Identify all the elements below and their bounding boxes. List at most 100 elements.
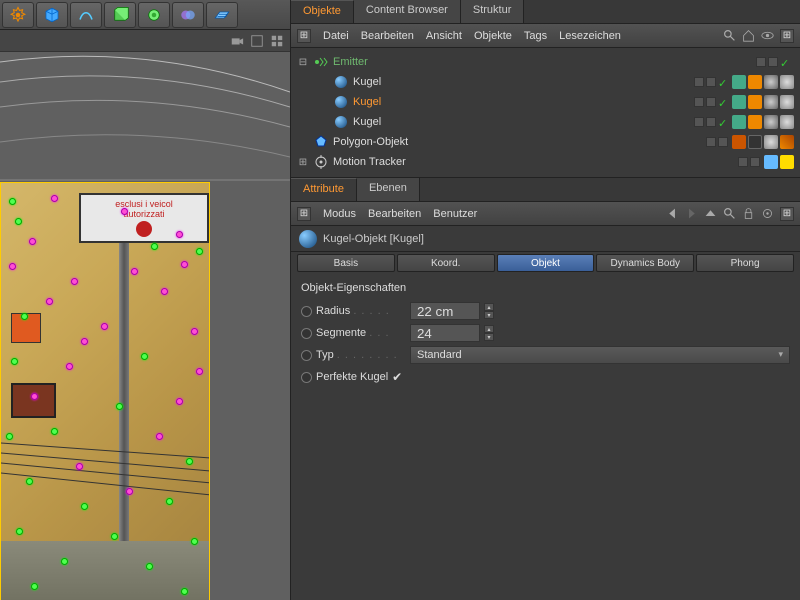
maximize-icon[interactable] <box>270 34 284 48</box>
menu-benutzer[interactable]: Benutzer <box>433 208 477 220</box>
tab-struktur[interactable]: Struktur <box>461 0 525 23</box>
emitter-icon <box>313 54 329 70</box>
primitive-icon[interactable] <box>104 2 136 28</box>
prop-tab-objekt[interactable]: Objekt <box>497 254 595 272</box>
object-hierarchy: ⊟ Emitter ✓ Kugel ✓ Kugel ✓ <box>291 48 800 178</box>
deform-icon[interactable] <box>138 2 170 28</box>
target-icon[interactable] <box>761 207 774 220</box>
tab-ebenen[interactable]: Ebenen <box>357 178 420 201</box>
boolean-icon[interactable] <box>172 2 204 28</box>
plane-icon[interactable] <box>206 2 238 28</box>
viewport-header <box>0 30 290 52</box>
spinner-up[interactable]: ▴ <box>484 325 494 333</box>
attribute-title: Kugel-Objekt [Kugel] <box>323 233 424 245</box>
search-icon[interactable] <box>723 29 736 42</box>
panel-tabs-attr: Attribute Ebenen <box>291 178 800 202</box>
expander-icon[interactable] <box>317 116 329 128</box>
object-label: Emitter <box>333 56 756 68</box>
objects-menubar: ⊞ Datei Bearbeiten Ansicht Objekte Tags … <box>291 24 800 48</box>
tree-row-polygon[interactable]: Polygon-Objekt <box>291 132 800 152</box>
polygon-icon <box>313 134 329 150</box>
tree-row-kugel-selected[interactable]: Kugel ✓ <box>291 92 800 112</box>
eye-icon[interactable] <box>761 29 774 42</box>
tree-row-tracker[interactable]: ⊞ Motion Tracker <box>291 152 800 172</box>
tab-content-browser[interactable]: Content Browser <box>354 0 461 23</box>
object-label: Kugel <box>353 116 694 128</box>
nav-back-icon[interactable] <box>666 207 679 220</box>
sphere-icon <box>333 94 349 110</box>
street-sign: esclusi i veicol autorizzati <box>79 193 209 243</box>
object-label: Kugel <box>353 96 694 108</box>
path-icon[interactable] <box>70 2 102 28</box>
grid-icon[interactable]: ⊞ <box>297 29 311 43</box>
home-icon[interactable] <box>742 29 755 42</box>
segments-input[interactable] <box>410 324 480 342</box>
lock-icon[interactable] <box>742 207 755 220</box>
tracker-icon <box>313 154 329 170</box>
tab-objekte[interactable]: Objekte <box>291 0 354 23</box>
expand-icon[interactable]: ⊞ <box>780 207 794 221</box>
expander-icon[interactable]: ⊞ <box>297 156 309 168</box>
object-label: Polygon-Objekt <box>333 136 706 148</box>
camera-icon[interactable] <box>230 34 244 48</box>
expander-icon[interactable]: ⊟ <box>297 56 309 68</box>
segments-label: Segmente . . . <box>316 327 406 339</box>
property-tabs: Basis Koord. Objekt Dynamics Body Phong <box>291 252 800 274</box>
properties-section-title: Objekt-Eigenschaften <box>301 282 790 294</box>
nav-fwd-icon[interactable] <box>685 207 698 220</box>
tree-row-kugel[interactable]: Kugel ✓ <box>291 72 800 92</box>
expander-icon[interactable] <box>317 76 329 88</box>
radius-label: Radius . . . . . <box>316 305 406 317</box>
perspective-grid <box>0 52 290 182</box>
menu-datei[interactable]: Datei <box>323 30 349 42</box>
menu-bearbeiten[interactable]: Bearbeiten <box>368 208 421 220</box>
sign-text-2: autorizzati <box>123 209 164 219</box>
viewport[interactable]: esclusi i veicol autorizzati <box>0 52 290 600</box>
nav-up-icon[interactable] <box>704 207 717 220</box>
checkbox-checked-icon[interactable]: ✔ <box>392 370 402 384</box>
sphere-icon <box>333 74 349 90</box>
menu-lesezeichen[interactable]: Lesezeichen <box>559 30 621 42</box>
object-label: Kugel <box>353 76 694 88</box>
radius-input[interactable] <box>410 302 480 320</box>
gear-icon[interactable] <box>2 2 34 28</box>
menu-modus[interactable]: Modus <box>323 208 356 220</box>
tracked-footage: esclusi i veicol autorizzati <box>0 182 210 600</box>
spinner-down[interactable]: ▾ <box>484 311 494 319</box>
radio-icon[interactable] <box>301 350 312 361</box>
prop-tab-koord[interactable]: Koord. <box>397 254 495 272</box>
tab-attribute[interactable]: Attribute <box>291 178 357 201</box>
tree-row-kugel[interactable]: Kugel ✓ <box>291 112 800 132</box>
properties-panel: Objekt-Eigenschaften Radius . . . . . ▴▾… <box>291 274 800 396</box>
prop-tab-basis[interactable]: Basis <box>297 254 395 272</box>
main-toolbar <box>0 0 290 30</box>
type-label: Typ . . . . . . . . <box>316 349 406 361</box>
view-icon[interactable] <box>250 34 264 48</box>
spinner-down[interactable]: ▾ <box>484 333 494 341</box>
expand-icon[interactable]: ⊞ <box>780 29 794 43</box>
cube-icon[interactable] <box>36 2 68 28</box>
perfect-sphere-label: Perfekte Kugel <box>316 371 388 383</box>
expander-icon[interactable] <box>317 96 329 108</box>
grid-icon[interactable]: ⊞ <box>297 207 311 221</box>
radio-icon[interactable] <box>301 372 312 383</box>
sphere-icon <box>333 114 349 130</box>
menu-objekte[interactable]: Objekte <box>474 30 512 42</box>
tree-row-emitter[interactable]: ⊟ Emitter ✓ <box>291 52 800 72</box>
radio-icon[interactable] <box>301 328 312 339</box>
panel-tabs-top: Objekte Content Browser Struktur <box>291 0 800 24</box>
prop-tab-dynamics[interactable]: Dynamics Body <box>596 254 694 272</box>
attr-menubar: ⊞ Modus Bearbeiten Benutzer ⊞ <box>291 202 800 226</box>
menu-bearbeiten[interactable]: Bearbeiten <box>361 30 414 42</box>
radio-icon[interactable] <box>301 306 312 317</box>
search-icon[interactable] <box>723 207 736 220</box>
attribute-header: Kugel-Objekt [Kugel] <box>291 226 800 252</box>
object-label: Motion Tracker <box>333 156 738 168</box>
menu-ansicht[interactable]: Ansicht <box>426 30 462 42</box>
menu-tags[interactable]: Tags <box>524 30 547 42</box>
type-select[interactable]: Standard <box>410 346 790 364</box>
expander-icon[interactable] <box>297 136 309 148</box>
sphere-icon <box>299 230 317 248</box>
prop-tab-phong[interactable]: Phong <box>696 254 794 272</box>
spinner-up[interactable]: ▴ <box>484 303 494 311</box>
